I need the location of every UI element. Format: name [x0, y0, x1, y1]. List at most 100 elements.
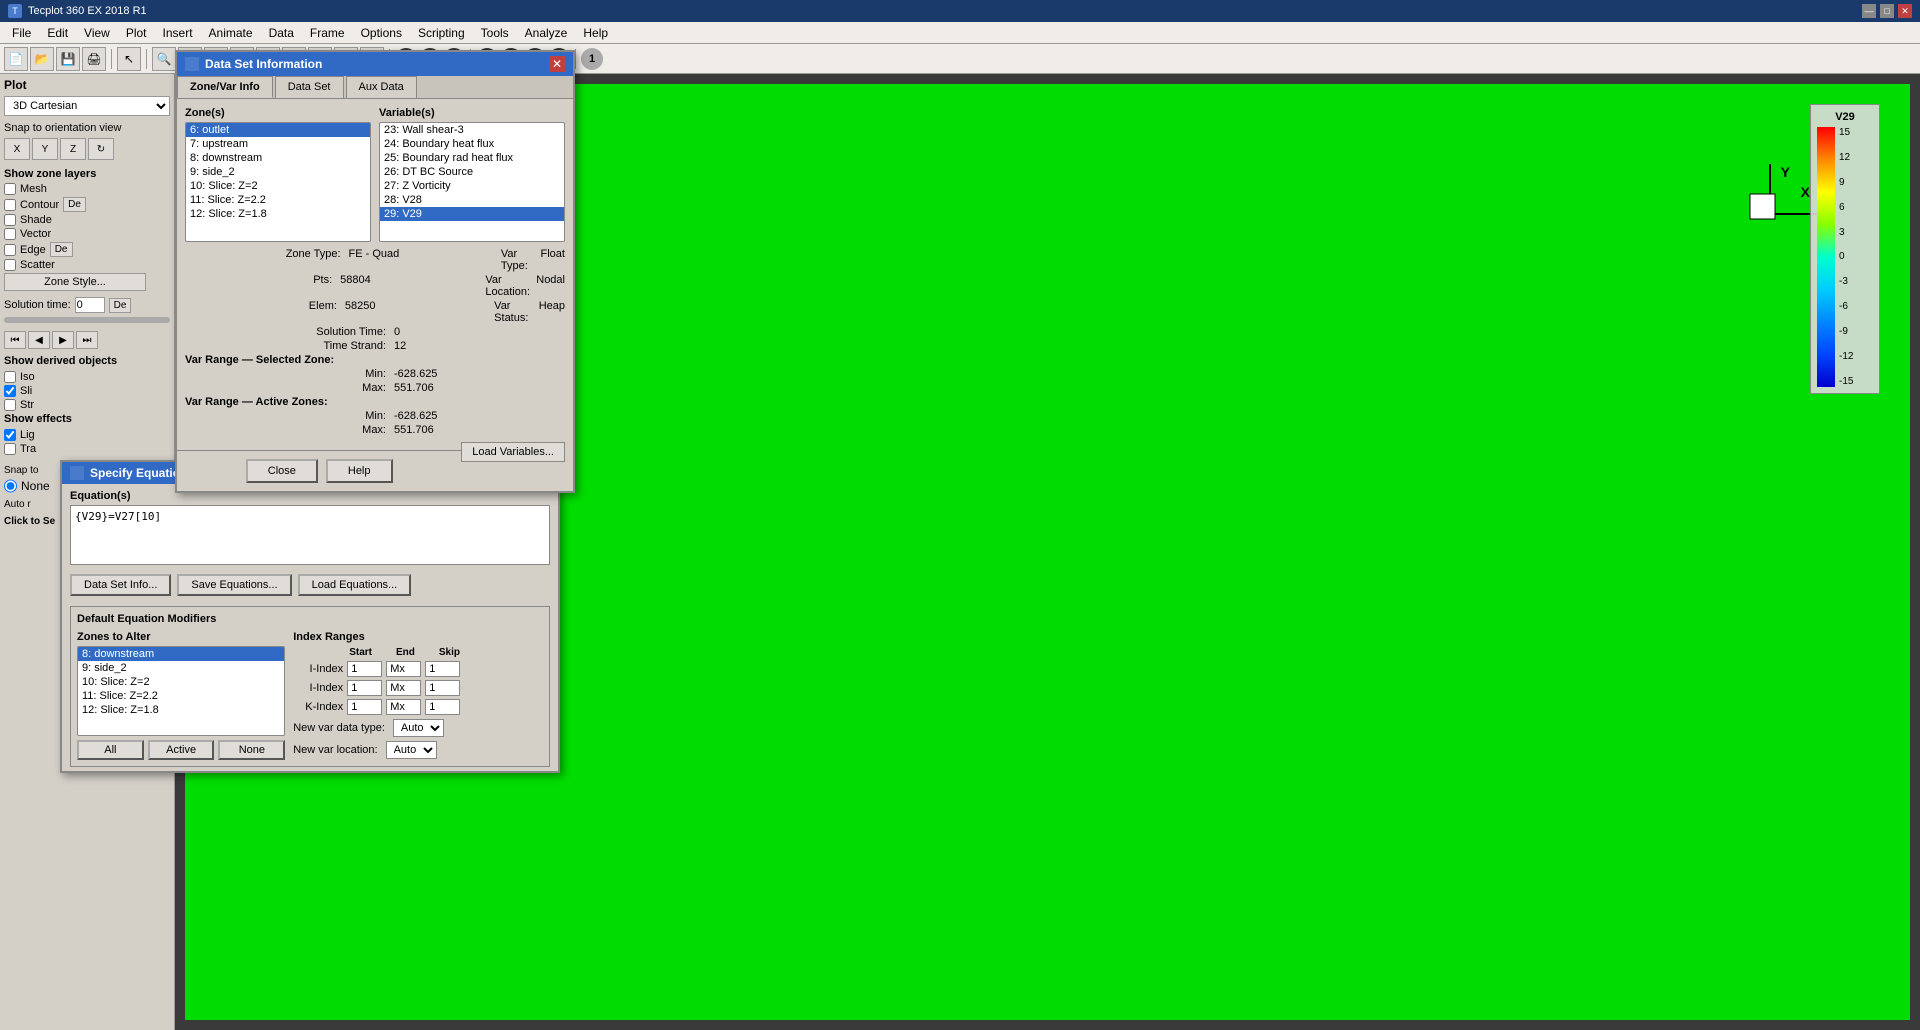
index-header-row: Start End Skip [293, 647, 543, 658]
toolbar-open[interactable]: 📂 [30, 47, 54, 71]
toolbar-new[interactable]: 📄 [4, 47, 28, 71]
tab-zone-var-info[interactable]: Zone/Var Info [177, 76, 273, 98]
menu-edit[interactable]: Edit [39, 24, 76, 42]
play-next-btn[interactable]: ▶ [52, 331, 74, 349]
new-var-location-select[interactable]: Auto [386, 741, 437, 759]
maximize-button[interactable]: □ [1880, 4, 1894, 18]
var-item-29: 29: V29 [380, 207, 564, 221]
i-index-skip-1[interactable] [425, 661, 460, 677]
dataset-close-button[interactable]: Close [246, 459, 318, 483]
snap-none-radio[interactable] [4, 479, 17, 493]
transparency-row: Tra [4, 443, 170, 455]
play-last-btn[interactable]: ⏭ [76, 331, 98, 349]
zone-item-8: 8: downstream [186, 151, 370, 165]
minimize-button[interactable]: — [1862, 4, 1876, 18]
dataset-help-button[interactable]: Help [326, 459, 393, 483]
k-index-end[interactable] [386, 699, 421, 715]
axis-x-btn[interactable]: X [4, 138, 30, 160]
close-button[interactable]: ✕ [1898, 4, 1912, 18]
plot-type-select[interactable]: 3D Cartesian [4, 96, 170, 116]
all-zones-button[interactable]: All [77, 740, 144, 760]
toolbar-save[interactable]: 💾 [56, 47, 80, 71]
str-checkbox[interactable] [4, 399, 16, 411]
var-status-value: Heap [539, 300, 565, 324]
edge-label: Edge [20, 244, 46, 256]
legend-ticks: 15 12 9 6 3 0 -3 -6 -9 -12 -15 [1839, 127, 1853, 387]
k-index-skip[interactable] [425, 699, 460, 715]
edge-checkbox[interactable] [4, 244, 16, 256]
load-equations-button[interactable]: Load Equations... [298, 574, 412, 596]
load-variables-button[interactable]: Load Variables... [461, 442, 565, 462]
toolbar-cursor[interactable]: ↖ [117, 47, 141, 71]
solution-time-input[interactable] [75, 297, 105, 313]
zones-to-alter-list[interactable]: 8: downstream 9: side_2 10: Slice: Z=2 1… [77, 646, 285, 736]
sli-checkbox[interactable] [4, 385, 16, 397]
max-selected-label: Max: [185, 382, 394, 394]
toolbar-print[interactable]: 🖨 [82, 47, 106, 71]
equations-textarea[interactable]: {V29}=V27[10] [70, 505, 550, 565]
play-prev-btn[interactable]: ◀ [28, 331, 50, 349]
i-index-end-2[interactable] [386, 680, 421, 696]
alter-zone-11: 11: Slice: Z=2.2 [78, 689, 284, 703]
menu-frame[interactable]: Frame [302, 24, 353, 42]
menu-analyze[interactable]: Analyze [517, 24, 576, 42]
k-index-start[interactable] [347, 699, 382, 715]
shade-checkbox[interactable] [4, 214, 16, 226]
menu-plot[interactable]: Plot [118, 24, 155, 42]
edge-detail-btn[interactable]: De [50, 242, 73, 257]
mesh-label: Mesh [20, 183, 47, 195]
menu-insert[interactable]: Insert [155, 24, 201, 42]
scatter-checkbox[interactable] [4, 259, 16, 271]
menu-data[interactable]: Data [261, 24, 302, 42]
contour-detail-btn[interactable]: De [63, 197, 86, 212]
vector-checkbox[interactable] [4, 228, 16, 240]
play-first-btn[interactable]: ⏮ [4, 331, 26, 349]
tab-aux-data[interactable]: Aux Data [346, 76, 417, 98]
axis-z-btn[interactable]: Z [60, 138, 86, 160]
i-index-skip-2[interactable] [425, 680, 460, 696]
contour-checkbox[interactable] [4, 199, 16, 211]
menu-scripting[interactable]: Scripting [410, 24, 473, 42]
toolbar-circle-1[interactable]: 1 [581, 48, 603, 70]
lighting-checkbox[interactable] [4, 429, 16, 441]
dataset-dialog-close-icon[interactable]: ✕ [549, 56, 565, 72]
i-index-end-1[interactable] [386, 661, 421, 677]
var-range-active-header: Var Range — Active Zones: [185, 396, 328, 408]
axis-reset-btn[interactable]: ↻ [88, 138, 114, 160]
i-index-start-2[interactable] [347, 680, 382, 696]
show-zone-layers-label: Show zone layers [4, 168, 170, 180]
transparency-checkbox[interactable] [4, 443, 16, 455]
time-slider[interactable] [4, 317, 170, 323]
active-zones-button[interactable]: Active [148, 740, 215, 760]
variables-listbox[interactable]: 23: Wall shear-3 24: Boundary heat flux … [379, 122, 565, 242]
zone-style-button[interactable]: Zone Style... [4, 273, 146, 291]
menu-help[interactable]: Help [575, 24, 616, 42]
mesh-checkbox[interactable] [4, 183, 16, 195]
i-index-start-1[interactable] [347, 661, 382, 677]
var-item-23: 23: Wall shear-3 [380, 123, 564, 137]
zone-item-11: 11: Slice: Z=2.2 [186, 193, 370, 207]
menu-file[interactable]: File [4, 24, 39, 42]
menu-options[interactable]: Options [353, 24, 410, 42]
menu-tools[interactable]: Tools [473, 24, 517, 42]
sol-time-value: 0 [394, 326, 565, 338]
toolbar-zoom[interactable]: 🔍 [152, 47, 176, 71]
none-zones-button[interactable]: None [218, 740, 285, 760]
zones-listbox[interactable]: 6: outlet 7: upstream 8: downstream 9: s… [185, 122, 371, 242]
tab-data-set[interactable]: Data Set [275, 76, 344, 98]
default-modifiers-section: Default Equation Modifiers Zones to Alte… [70, 606, 550, 767]
dataset-dialog-titlebar: Data Set Information ✕ [177, 52, 573, 76]
menu-view[interactable]: View [76, 24, 118, 42]
dataset-dialog-icon [185, 57, 199, 71]
menu-animate[interactable]: Animate [201, 24, 261, 42]
save-equations-button[interactable]: Save Equations... [177, 574, 291, 596]
data-set-info-button[interactable]: Data Set Info... [70, 574, 171, 596]
var-range-selected-header: Var Range — Selected Zone: [185, 354, 334, 366]
iso-row: Iso [4, 371, 170, 383]
tick-n6: -6 [1839, 301, 1853, 312]
var-item-27: 27: Z Vorticity [380, 179, 564, 193]
solution-detail-btn[interactable]: De [109, 298, 132, 313]
axis-y-btn[interactable]: Y [32, 138, 58, 160]
new-var-data-type-select[interactable]: Auto [393, 719, 444, 737]
iso-checkbox[interactable] [4, 371, 16, 383]
